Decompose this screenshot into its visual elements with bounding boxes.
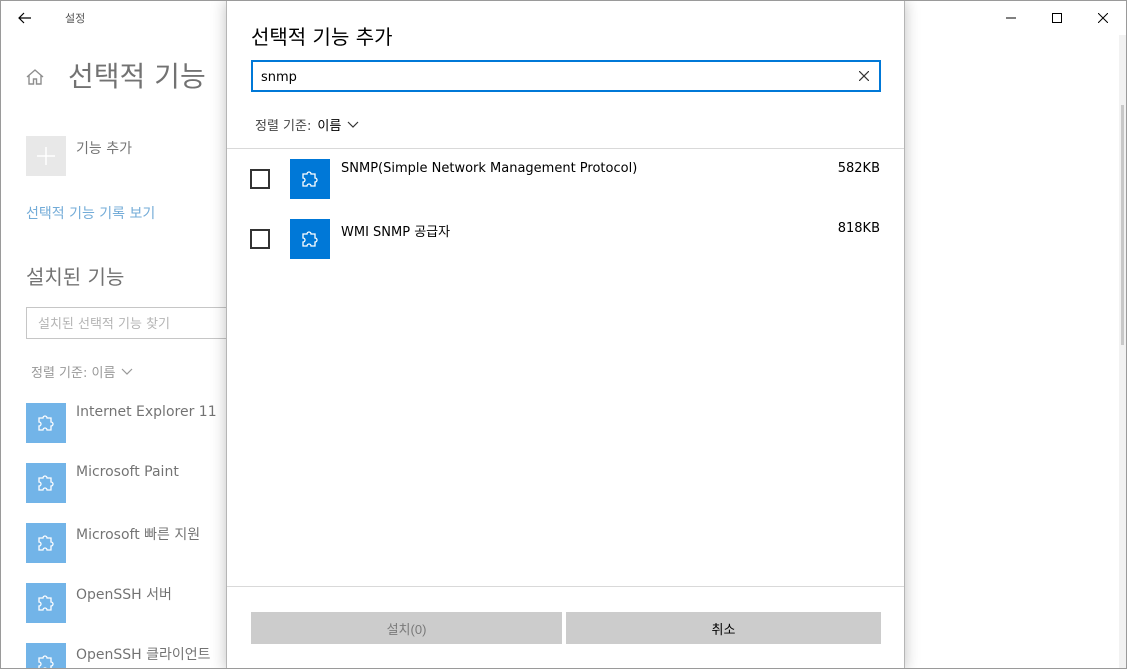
installed-features-heading: 설치된 기능 <box>26 265 125 289</box>
installed-item-tile <box>26 643 66 668</box>
installed-item[interactable]: Microsoft 빠른 지원 <box>26 523 231 563</box>
installed-item-label: Internet Explorer 11 <box>76 404 217 420</box>
puzzle-icon <box>302 171 318 187</box>
feature-list-item[interactable]: SNMP(Simple Network Management Protocol)… <box>227 149 904 209</box>
chevron-down-icon <box>347 121 359 128</box>
installed-item[interactable]: Internet Explorer 11 <box>26 403 231 443</box>
feature-name: SNMP(Simple Network Management Protocol) <box>341 161 638 176</box>
add-feature-label[interactable]: 기능 추가 <box>76 138 132 158</box>
puzzle-icon <box>38 475 54 491</box>
install-button[interactable]: 설치(0) <box>251 612 562 644</box>
minimize-button[interactable] <box>988 1 1034 35</box>
optional-features-page: 선택적 기능 기능 추가 선택적 기능 기록 보기 설치된 기능 설치된 선택적… <box>1 35 246 668</box>
puzzle-icon <box>302 231 318 247</box>
back-arrow-icon <box>18 12 31 24</box>
installed-sort-dropdown[interactable]: 정렬 기준: 이름 <box>31 362 133 381</box>
installed-item[interactable]: OpenSSH 클라이언트 <box>26 643 231 668</box>
page-scrollbar[interactable] <box>1119 35 1126 668</box>
add-optional-feature-dialog: 선택적 기능 추가 정렬 기준: 이름 SNMP(Simple Network … <box>226 1 905 668</box>
feature-checkbox[interactable] <box>250 169 270 189</box>
installed-item[interactable]: OpenSSH 서버 <box>26 583 231 623</box>
minimize-icon <box>1006 17 1016 19</box>
feature-checkbox[interactable] <box>250 229 270 249</box>
installed-item-label: Microsoft 빠른 지원 <box>76 527 201 543</box>
chevron-down-icon <box>121 368 133 375</box>
feature-size: 818KB <box>837 221 880 236</box>
sort-prefix: 정렬 기준: <box>255 119 312 134</box>
close-icon <box>859 71 869 81</box>
back-button[interactable] <box>10 3 40 33</box>
puzzle-icon <box>38 415 54 431</box>
installed-item-tile <box>26 463 66 503</box>
puzzle-icon <box>38 535 54 551</box>
home-icon[interactable] <box>23 65 47 89</box>
feature-size: 582KB <box>837 161 880 176</box>
feature-history-link[interactable]: 선택적 기능 기록 보기 <box>26 203 155 223</box>
plus-icon <box>37 147 55 165</box>
installed-item-tile <box>26 523 66 563</box>
sort-dropdown[interactable]: 정렬 기준: 이름 <box>255 115 359 134</box>
feature-search-box[interactable] <box>251 60 881 92</box>
settings-window: 설정 선택적 기능 기능 추가 선택적 기능 기록 보기 설치된 기능 설치된 … <box>0 0 1127 669</box>
window-controls <box>988 1 1126 35</box>
installed-features-search-input[interactable]: 설치된 선택적 기능 찾기 <box>26 307 246 339</box>
feature-tile <box>290 219 330 259</box>
maximize-icon <box>1052 13 1062 23</box>
puzzle-icon <box>38 595 54 611</box>
installed-item-label: Microsoft Paint <box>76 464 179 480</box>
clear-search-button[interactable] <box>855 67 873 85</box>
cancel-button[interactable]: 취소 <box>566 612 881 644</box>
app-title: 설정 <box>65 12 86 25</box>
installed-item[interactable]: Microsoft Paint <box>26 463 231 503</box>
feature-name: WMI SNMP 공급자 <box>341 225 451 240</box>
scrollbar-thumb[interactable] <box>1121 105 1124 345</box>
dialog-title: 선택적 기능 추가 <box>251 25 393 49</box>
installed-item-tile <box>26 583 66 623</box>
installed-sort-label: 정렬 기준: 이름 <box>31 366 116 381</box>
feature-search-input[interactable] <box>261 66 841 88</box>
close-window-button[interactable] <box>1080 1 1126 35</box>
add-feature-button[interactable] <box>26 136 66 176</box>
installed-item-tile <box>26 403 66 443</box>
puzzle-icon <box>38 655 54 668</box>
page-title: 선택적 기능 <box>68 60 206 93</box>
feature-tile <box>290 159 330 199</box>
sort-value: 이름 <box>317 119 342 134</box>
close-icon <box>1098 13 1108 23</box>
installed-item-label: OpenSSH 클라이언트 <box>76 647 211 663</box>
feature-list-item[interactable]: WMI SNMP 공급자 818KB <box>227 209 904 269</box>
maximize-button[interactable] <box>1034 1 1080 35</box>
installed-item-label: OpenSSH 서버 <box>76 587 172 603</box>
footer-divider <box>227 586 904 587</box>
